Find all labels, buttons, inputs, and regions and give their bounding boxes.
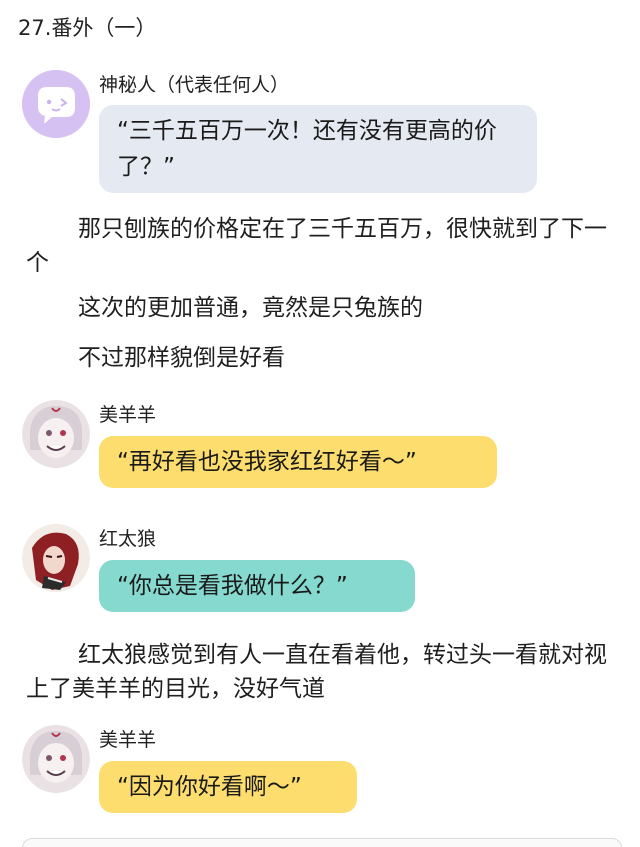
avatar[interactable] [22, 70, 90, 138]
ghost-chat-icon [22, 70, 90, 138]
character-avatar [22, 400, 90, 468]
speech-bubble: “因为你好看啊～” [99, 761, 357, 813]
narration-text: 那只刨族的价格定在了三千五百万，很快就到了下一个 [26, 216, 607, 276]
avatar[interactable] [22, 725, 90, 793]
chat-message: 美羊羊 “再好看也没我家红红好看～” [22, 400, 622, 500]
narration-text: 这次的更加普通，竟然是只兔族的 [78, 295, 423, 321]
speaker-name: 美羊羊 [99, 404, 157, 426]
character-avatar [22, 524, 90, 592]
avatar[interactable] [22, 400, 90, 468]
chapter-title: 27.番外（一） [18, 16, 157, 40]
speech-bubble: “你总是看我做什么？” [99, 560, 415, 612]
chat-message: 美羊羊 “因为你好看啊～” [22, 725, 622, 825]
speech-bubble: “再好看也没我家红红好看～” [99, 436, 497, 488]
narration-text: 不过那样貌倒是好看 [78, 345, 285, 371]
chat-message: 神秘人（代表任何人） “三千五百万一次！还有没有更高的价了？” [22, 70, 622, 200]
narration-text: 红太狼感觉到有人一直在看着他，转过头一看就对视上了美羊羊的目光，没好气道 [26, 642, 607, 702]
speaker-name: 红太狼 [99, 528, 157, 550]
chat-message: 红太狼 “你总是看我做什么？” [22, 524, 622, 624]
speaker-name: 美羊羊 [99, 729, 157, 751]
speech-bubble: “三千五百万一次！还有没有更高的价了？” [99, 105, 537, 193]
avatar[interactable] [22, 524, 90, 592]
speaker-name: 神秘人（代表任何人） [99, 74, 290, 96]
bottom-input-bar[interactable] [22, 838, 622, 847]
character-avatar [22, 725, 90, 793]
